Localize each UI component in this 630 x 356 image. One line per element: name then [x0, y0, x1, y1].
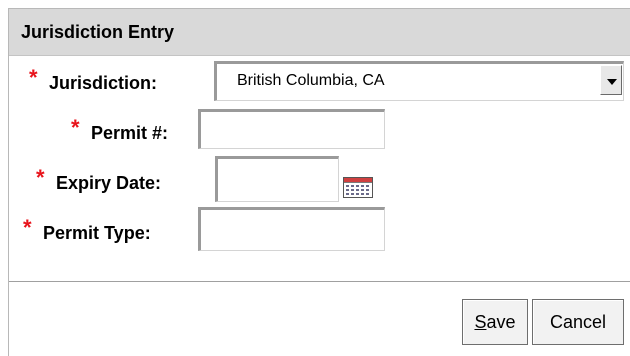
- jurisdiction-label: Jurisdiction:: [49, 73, 158, 93]
- cancel-button[interactable]: Cancel: [532, 299, 624, 345]
- save-mnemonic: S: [474, 312, 487, 332]
- expiry-date-field[interactable]: [215, 156, 339, 202]
- required-marker: *: [71, 115, 80, 140]
- permit-number-field[interactable]: [198, 109, 385, 149]
- required-marker: *: [36, 165, 45, 190]
- jurisdiction-entry-dialog: Jurisdiction Entry * Jurisdiction: Briti…: [8, 8, 630, 356]
- divider: [9, 281, 630, 282]
- permit-number-label: Permit #:: [91, 123, 169, 143]
- jurisdiction-dropdown-button[interactable]: [600, 65, 622, 95]
- jurisdiction-selected-value: British Columbia, CA: [237, 72, 385, 89]
- jurisdiction-select[interactable]: British Columbia, CA: [214, 61, 624, 101]
- permit-type-label: Permit Type:: [43, 223, 151, 243]
- required-marker: *: [23, 215, 32, 240]
- dialog-title-bar: Jurisdiction Entry: [9, 9, 630, 56]
- required-marker: *: [29, 65, 38, 90]
- calendar-icon[interactable]: [343, 177, 373, 198]
- expiry-date-label: Expiry Date:: [56, 173, 162, 193]
- dialog-title: Jurisdiction Entry: [21, 22, 175, 42]
- permit-type-field[interactable]: [198, 207, 385, 251]
- chevron-down-icon: [607, 79, 617, 85]
- save-button-label: ave: [486, 312, 516, 332]
- save-button[interactable]: Save: [462, 299, 528, 345]
